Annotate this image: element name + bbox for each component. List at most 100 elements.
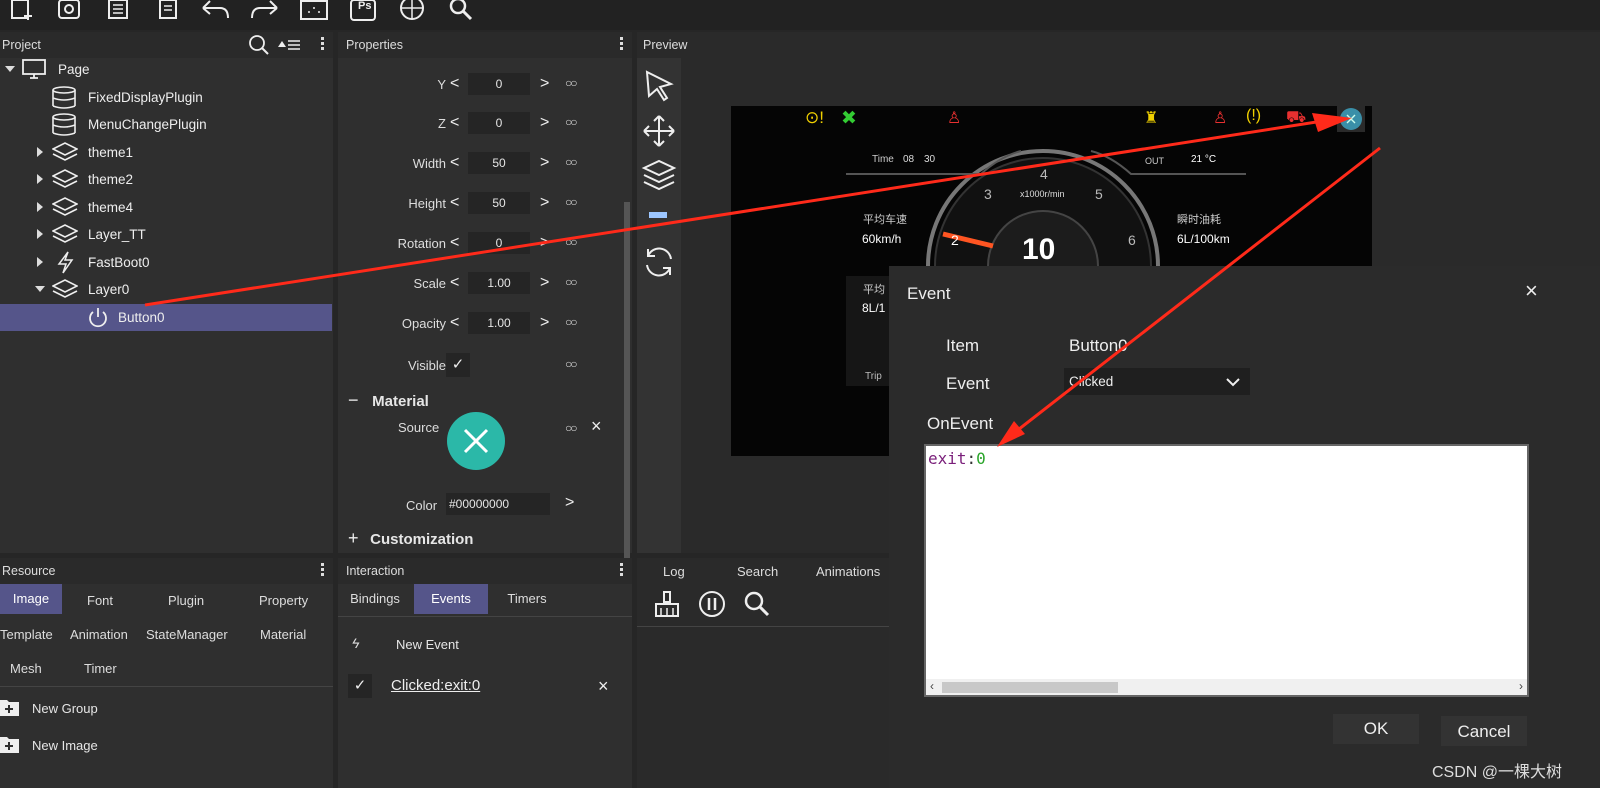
resource-tab-plugin[interactable]: Plugin [168,593,204,608]
link-icon[interactable]: ○○ [565,155,577,169]
tree-item-menuchangeplugin[interactable]: MenuChangePlugin [0,111,340,138]
pause-icon[interactable] [698,590,728,621]
expand-plus-icon[interactable]: + [348,528,359,548]
tab-search[interactable]: Search [737,564,778,579]
tab-bindings[interactable]: Bindings [338,584,412,614]
visible-checkbox[interactable]: ✓ [446,353,470,377]
increment-icon[interactable]: > [540,114,549,132]
resource-tab-statemanager[interactable]: StateManager [146,627,228,642]
undo-icon[interactable] [200,0,234,24]
source-remove-icon[interactable]: × [591,416,602,437]
resource-tab-timer[interactable]: Timer [84,661,117,676]
prop-value[interactable]: 50 [468,152,530,174]
prop-width-spinner[interactable]: <50 > [446,152,552,174]
tree-item-layer-tt[interactable]: Layer_TT [0,221,340,248]
dialog-close-icon[interactable]: × [1525,278,1538,304]
increment-icon[interactable]: > [540,314,549,332]
increment-icon[interactable]: > [540,274,549,292]
layers-tool-icon[interactable] [641,157,679,195]
link-icon[interactable]: ○○ [565,275,577,289]
material-section-header[interactable]: − Material [348,390,429,411]
scroll-right-icon[interactable]: › [1519,679,1523,693]
decrement-icon[interactable]: < [450,194,459,212]
expand-arrow-icon[interactable] [37,147,43,157]
move-icon[interactable] [641,113,679,151]
collapse-arrow-icon[interactable] [5,66,15,72]
decrement-icon[interactable]: < [450,154,459,172]
new-image-button[interactable]: New Image [0,735,98,758]
resource-tab-template[interactable]: Template [0,627,53,642]
tab-events[interactable]: Events [414,584,488,614]
customization-section-header[interactable]: + Customization [348,528,473,549]
select-pointer-icon[interactable] [641,68,679,106]
decrement-icon[interactable]: < [450,274,459,292]
new-group-button[interactable]: New Group [0,698,98,721]
log-search-icon[interactable] [743,590,773,621]
search-icon[interactable] [446,0,480,24]
collapse-minus-icon[interactable]: − [348,390,359,410]
decrement-icon[interactable]: < [450,75,459,93]
photoshop-icon[interactable]: Ps [348,0,382,24]
grid-icon[interactable] [299,0,333,24]
prop-opacity-spinner[interactable]: <1.00 > [446,312,552,334]
copy-icon[interactable] [103,0,137,24]
tab-log[interactable]: Log [663,564,685,579]
prop-value[interactable]: 0 [468,232,530,254]
prop-y-spinner[interactable]: <0 > [446,73,552,95]
decrement-icon[interactable]: < [450,114,459,132]
prop-value[interactable]: 0 [468,73,530,95]
refresh-icon[interactable] [641,244,679,282]
prop-value[interactable]: 0 [468,112,530,134]
increment-icon[interactable]: > [540,194,549,212]
link-icon[interactable]: ○○ [565,115,577,129]
onevent-code-editor[interactable]: exit:0 ‹ › [924,444,1529,697]
tree-item-layer0[interactable]: Layer0 [0,276,340,303]
prop-value[interactable]: 1.00 [468,272,530,294]
tab-animations[interactable]: Animations [816,564,880,579]
paste-icon[interactable] [153,0,187,24]
camera-icon[interactable] [54,0,88,24]
resource-menu-icon[interactable] [321,563,325,578]
expand-arrow-icon[interactable] [37,229,43,239]
sort-icon[interactable] [276,37,302,56]
tree-item-fixeddisplayplugin[interactable]: FixedDisplayPlugin [0,84,340,111]
properties-menu-icon[interactable] [620,37,624,52]
tree-item-fastboot0[interactable]: FastBoot0 [0,249,340,276]
project-menu-icon[interactable] [321,37,325,52]
resource-tab-mesh[interactable]: Mesh [10,661,42,676]
exit-button-preview[interactable] [1337,106,1365,132]
globe-icon[interactable] [397,0,431,24]
expand-arrow-icon[interactable] [37,257,43,267]
resource-tab-material[interactable]: Material [260,627,306,642]
tree-item-theme1[interactable]: theme1 [0,139,340,166]
horizontal-scrollbar[interactable]: ‹ › [926,679,1527,695]
decrement-icon[interactable]: < [450,234,459,252]
prop-rotation-spinner[interactable]: <0 > [446,232,552,254]
tree-item-button0[interactable]: Button0 [0,304,332,331]
ok-button[interactable]: OK [1333,714,1419,744]
event-item-link[interactable]: Clicked:exit:0 [391,677,480,694]
scroll-left-icon[interactable]: ‹ [930,679,934,693]
increment-icon[interactable]: > [540,75,549,93]
prop-value[interactable]: 50 [468,192,530,214]
source-image-thumbnail[interactable] [447,412,505,470]
color-expand-icon[interactable]: > [565,494,574,512]
event-type-select[interactable]: Clicked [1064,368,1250,395]
source-link-icon[interactable]: ○○ [565,421,577,435]
link-icon[interactable]: ○○ [565,195,577,209]
tree-item-theme4[interactable]: theme4 [0,194,340,221]
event-enabled-checkbox[interactable]: ✓ [348,674,372,698]
resource-tab-font[interactable]: Font [87,593,113,608]
new-file-icon[interactable] [6,0,40,24]
scrollbar-thumb[interactable] [942,682,1118,693]
color-value-field[interactable]: #00000000 [446,493,550,515]
expand-arrow-icon[interactable] [37,202,43,212]
cancel-button[interactable]: Cancel [1441,716,1527,746]
event-delete-icon[interactable]: × [598,676,609,697]
redo-icon[interactable] [250,0,284,24]
link-icon[interactable]: ○○ [565,76,577,90]
properties-scrollbar[interactable] [624,202,630,592]
prop-height-spinner[interactable]: <50 > [446,192,552,214]
link-icon[interactable]: ○○ [565,357,577,371]
new-event-button[interactable]: ϟ New Event [352,635,459,652]
